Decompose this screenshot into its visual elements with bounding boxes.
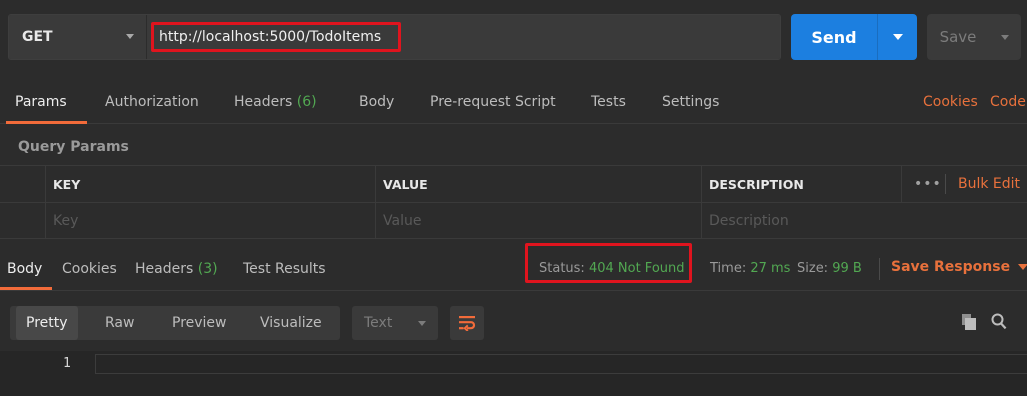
tab-label: Body <box>7 261 43 277</box>
time-label: Time: <box>710 261 747 276</box>
send-button[interactable]: Send <box>791 14 917 60</box>
tab-params[interactable]: Params <box>15 94 67 110</box>
response-tab-body[interactable]: Body <box>7 261 42 277</box>
key-input[interactable]: Key <box>45 203 375 239</box>
chevron-down-icon <box>418 321 426 326</box>
tab-body[interactable]: Body <box>359 94 394 110</box>
tab-tests[interactable]: Tests <box>591 94 626 110</box>
size-text[interactable]: Size: 99 B <box>797 261 862 276</box>
active-line-highlight <box>95 354 1027 374</box>
time-text[interactable]: Time: 27 ms <box>710 261 790 276</box>
column-header-value: VALUE <box>375 166 701 202</box>
save-response-label: Save Response <box>891 259 1011 275</box>
save-label: Save <box>939 28 977 46</box>
size-value: 99 B <box>832 261 862 276</box>
view-pretty[interactable]: Pretty <box>16 306 78 340</box>
send-label: Send <box>811 27 857 47</box>
code-link[interactable]: Code <box>990 94 1026 110</box>
tab-label: Body <box>359 94 395 110</box>
tab-label: Pre-request Script <box>430 94 556 110</box>
search-icon[interactable] <box>991 313 1007 330</box>
send-dropdown[interactable] <box>877 14 917 60</box>
tab-label: Tests <box>591 94 626 110</box>
params-header-row: KEY VALUE DESCRIPTION ••• Bulk Edit <box>0 165 1027 202</box>
method-caret-icon <box>126 34 134 39</box>
bulk-edit-link[interactable]: Bulk Edit <box>958 176 1020 192</box>
query-params-title: Query Params <box>18 139 129 155</box>
line-number: 1 <box>63 356 71 371</box>
chevron-down-icon <box>892 34 903 40</box>
response-tab-cookies[interactable]: Cookies <box>62 261 117 277</box>
value-input[interactable]: Value <box>375 203 701 239</box>
view-mode-group: Pretty Raw Preview Visualize <box>10 306 340 340</box>
format-select[interactable]: Text <box>352 306 438 340</box>
request-tabs: Params Authorization Headers (6) Body Pr… <box>0 84 1027 124</box>
divider <box>879 258 880 280</box>
response-body-editor[interactable]: 1 <box>0 351 1027 396</box>
more-options-icon[interactable]: ••• <box>914 176 942 192</box>
params-table: KEY VALUE DESCRIPTION ••• Bulk Edit Key … <box>0 165 1027 239</box>
save-response-button[interactable]: Save Response <box>891 259 1027 275</box>
divider <box>945 174 946 194</box>
save-dropdown[interactable] <box>989 14 1021 60</box>
request-bar: GET http://localhost:5000/TodoItems Send… <box>0 0 1027 74</box>
response-bar: Body Cookies Headers (3) Test Results St… <box>0 249 1027 291</box>
tab-count: (3) <box>197 261 218 277</box>
column-header-key: KEY <box>45 166 375 202</box>
response-tab-headers[interactable]: Headers (3) <box>135 261 218 277</box>
view-visualize[interactable]: Visualize <box>260 306 322 340</box>
wrap-lines-button[interactable] <box>450 306 484 340</box>
tab-label: Settings <box>662 94 720 110</box>
tab-settings[interactable]: Settings <box>662 94 719 110</box>
chevron-down-icon <box>1018 264 1027 270</box>
tab-label: Params <box>15 94 67 110</box>
method-label: GET <box>22 29 53 45</box>
params-input-row: Key Value Description <box>0 202 1027 239</box>
url-text: http://localhost:5000/TodoItems <box>159 29 382 45</box>
view-preview[interactable]: Preview <box>172 306 227 340</box>
status-highlight-box <box>525 243 692 283</box>
wrap-lines-icon <box>459 316 476 331</box>
size-label: Size: <box>797 261 829 276</box>
tab-label: Headers <box>234 94 293 110</box>
response-tab-test-results[interactable]: Test Results <box>243 261 326 277</box>
tab-count: (6) <box>296 94 317 110</box>
tab-label: Headers <box>135 261 194 277</box>
copy-icon[interactable] <box>962 314 976 330</box>
tab-authorization[interactable]: Authorization <box>105 94 199 110</box>
tab-label: Cookies <box>62 261 117 277</box>
tab-label: Authorization <box>105 94 199 110</box>
method-select[interactable]: GET <box>9 15 147 59</box>
column-header-description: DESCRIPTION <box>701 166 901 202</box>
tab-pre-request-script[interactable]: Pre-request Script <box>430 94 556 110</box>
save-button[interactable]: Save <box>927 14 1021 60</box>
cookies-link[interactable]: Cookies <box>923 94 978 110</box>
time-value: 27 ms <box>750 261 791 276</box>
description-input[interactable]: Description <box>701 203 1027 239</box>
view-raw[interactable]: Raw <box>105 306 134 340</box>
format-label: Text <box>364 315 393 331</box>
active-response-tab-underline <box>0 287 52 290</box>
chevron-down-icon <box>1001 34 1009 40</box>
active-tab-underline <box>6 121 87 124</box>
tab-headers[interactable]: Headers (6) <box>234 94 317 110</box>
tab-label: Test Results <box>243 261 326 277</box>
